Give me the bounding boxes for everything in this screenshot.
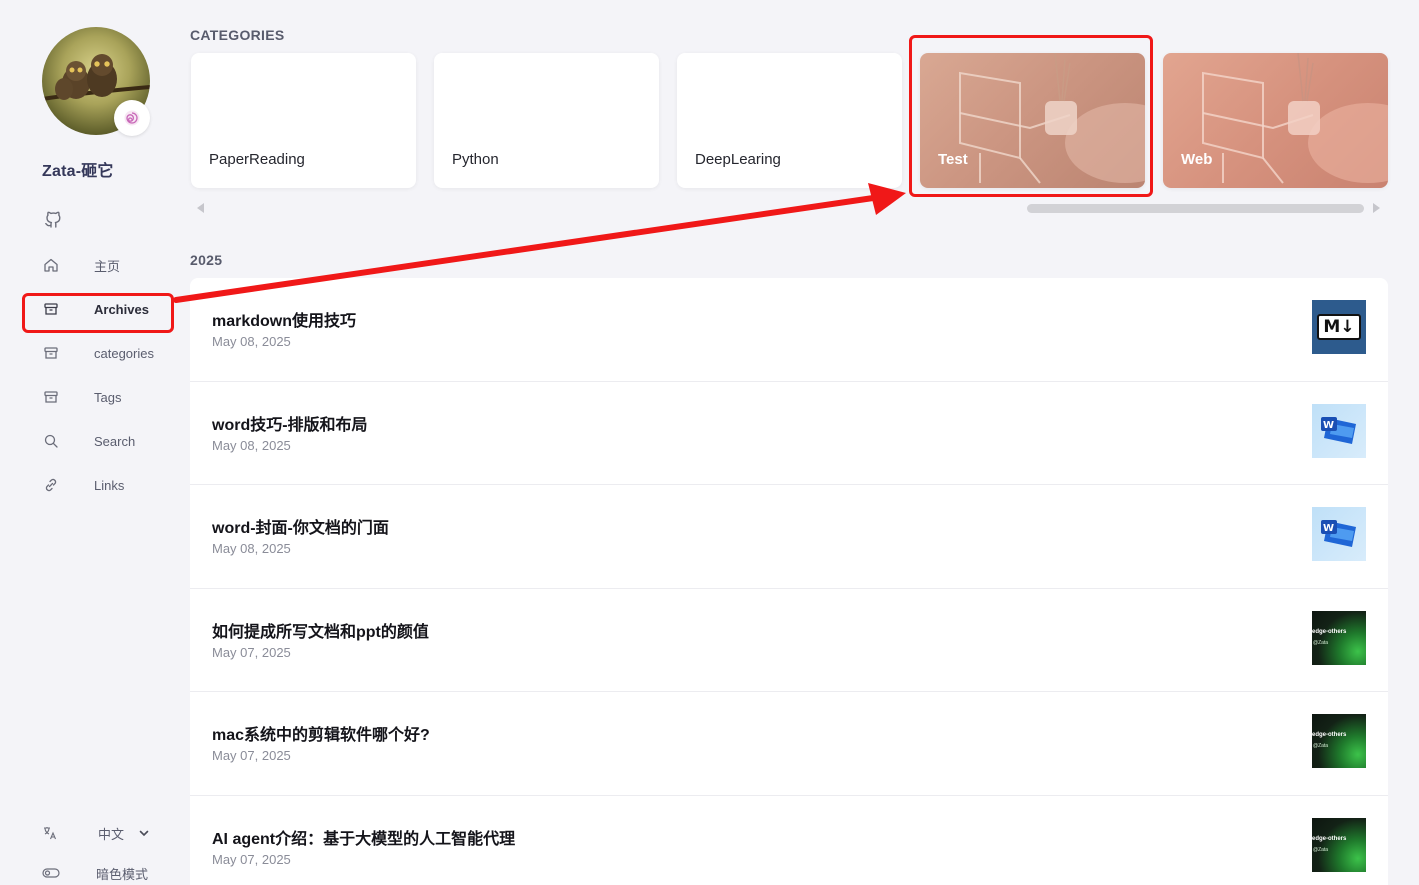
post-date: May 08, 2025: [212, 334, 291, 349]
post-date: May 07, 2025: [212, 644, 291, 660]
markdown-logo-icon: M↓: [1317, 314, 1361, 340]
home-icon: [42, 256, 60, 274]
sidebar-item-archives[interactable]: Archives: [26, 292, 172, 326]
github-icon[interactable]: [43, 209, 63, 229]
search-icon: [42, 432, 60, 450]
category-card-web[interactable]: Web: [1163, 53, 1388, 188]
post-date: May 08, 2025: [212, 437, 291, 453]
sidebar-item-label: 主页: [94, 258, 121, 274]
category-card-deeplearing[interactable]: DeepLearing: [677, 53, 902, 188]
word-thumbnail: W: [1312, 507, 1366, 561]
category-card-python[interactable]: Python: [434, 53, 659, 188]
toggle-icon: [42, 867, 60, 879]
archive-icon: [42, 344, 60, 362]
list-item[interactable]: AI agent介绍：基于大模型的人工智能代理 May 07, 2025 edg…: [190, 796, 1388, 885]
sidebar-item-home[interactable]: 主页: [26, 248, 172, 282]
post-list: markdown使用技巧 May 08, 2025 M↓ word技巧-排版和布…: [190, 278, 1388, 885]
post-title[interactable]: mac系统中的剪辑软件哪个好?: [212, 721, 430, 745]
dark-mode-toggle[interactable]: 暗色模式: [42, 862, 162, 884]
edge-thumbnail: edge-others @Zata: [1312, 610, 1366, 665]
word-logo-icon: W: [1321, 416, 1356, 444]
svg-text:W: W: [1323, 420, 1334, 431]
sidebar-item-tags[interactable]: Tags: [26, 380, 172, 414]
sidebar-item-label: Links: [94, 477, 125, 493]
post-title[interactable]: AI agent介绍：基于大模型的人工智能代理: [212, 825, 515, 849]
language-label: 中文: [98, 826, 125, 842]
dark-mode-label: 暗色模式: [96, 866, 149, 882]
chevron-down-icon: [138, 827, 150, 839]
category-card-paperreading[interactable]: PaperReading: [191, 53, 416, 188]
language-selector[interactable]: 中文: [42, 822, 162, 844]
sidebar-item-categories[interactable]: categories: [26, 336, 172, 370]
translate-icon: [42, 825, 60, 841]
post-date: May 07, 2025: [212, 748, 291, 763]
status-badge: [114, 100, 150, 136]
thumbnail-text: edge-others: [1312, 732, 1347, 738]
swirl-icon: [124, 110, 140, 126]
post-title[interactable]: 如何提成所写文档和ppt的颜值: [212, 618, 429, 642]
thumbnail-text: edge-others: [1312, 835, 1347, 842]
sidebar-item-label: Archives: [94, 301, 149, 317]
word-thumbnail: W: [1312, 403, 1366, 458]
thumbnail-text: @Zata: [1313, 846, 1329, 853]
scroll-right-button[interactable]: [1373, 203, 1380, 213]
category-label: Web: [1181, 151, 1213, 168]
category-label: DeepLearing: [695, 151, 781, 168]
word-logo-icon: W: [1321, 520, 1356, 547]
list-item[interactable]: 如何提成所写文档和ppt的颜值 May 07, 2025 edge-others…: [190, 589, 1388, 692]
archive-icon: [42, 300, 60, 318]
svg-text:W: W: [1323, 523, 1334, 534]
post-date: May 08, 2025: [212, 541, 291, 556]
sidebar-item-links[interactable]: Links: [26, 468, 172, 502]
category-label: Python: [452, 151, 499, 168]
list-item[interactable]: markdown使用技巧 May 08, 2025 M↓: [190, 278, 1388, 382]
list-item[interactable]: word-封面-你文档的门面 May 08, 2025 W: [190, 485, 1388, 589]
sidebar-item-label: categories: [94, 345, 154, 361]
thumbnail-text: @Zata: [1313, 639, 1329, 646]
category-label: Test: [938, 151, 968, 168]
post-title[interactable]: markdown使用技巧: [212, 307, 356, 331]
markdown-thumbnail: M↓: [1312, 300, 1366, 354]
category-label: PaperReading: [209, 151, 305, 168]
sidebar-item-label: Tags: [94, 389, 122, 405]
year-heading: 2025: [190, 252, 223, 268]
post-title[interactable]: word技巧-排版和布局: [212, 411, 368, 435]
sidebar: Zata-砸它 主页 Archives categories Tags Sear…: [0, 0, 180, 885]
list-item[interactable]: word技巧-排版和布局 May 08, 2025 W: [190, 382, 1388, 485]
thumbnail-text: edge-others: [1312, 628, 1347, 635]
post-title[interactable]: word-封面-你文档的门面: [212, 514, 389, 538]
post-date: May 07, 2025: [212, 851, 291, 867]
category-card-test[interactable]: Test: [920, 53, 1145, 188]
sidebar-item-label: Search: [94, 433, 136, 449]
categories-heading: CATEGORIES: [190, 27, 285, 43]
horizontal-scrollbar[interactable]: [1027, 204, 1364, 213]
edge-thumbnail: edge-others @Zata: [1312, 714, 1366, 768]
edge-thumbnail: edge-others @Zata: [1312, 817, 1366, 872]
thumbnail-text: @Zata: [1313, 743, 1329, 749]
scroll-left-button[interactable]: [197, 203, 204, 213]
list-item[interactable]: mac系统中的剪辑软件哪个好? May 07, 2025 edge-others…: [190, 692, 1388, 796]
page-root: Zata-砸它 主页 Archives categories Tags Sear…: [0, 0, 1419, 885]
link-icon: [42, 476, 60, 494]
sidebar-item-search[interactable]: Search: [26, 424, 172, 458]
archive-icon: [42, 388, 60, 406]
site-name[interactable]: Zata-砸它: [42, 157, 114, 181]
